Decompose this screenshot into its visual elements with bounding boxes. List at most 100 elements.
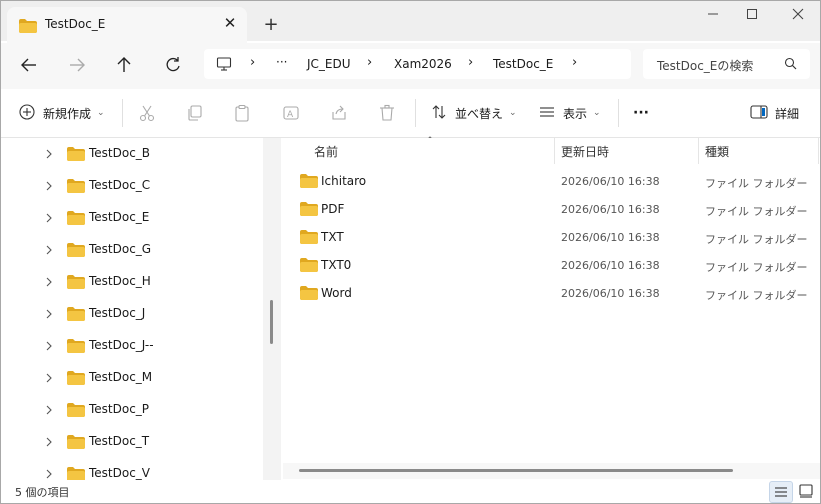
- sort-arrows-icon: [431, 104, 447, 123]
- file-type: ファイル フォルダー: [705, 205, 808, 218]
- breadcrumb-more-button[interactable]: ···: [276, 55, 287, 69]
- delete-icon[interactable]: [378, 101, 396, 125]
- breadcrumb-item[interactable]: TestDoc_E: [493, 57, 553, 71]
- chevron-right-icon[interactable]: [45, 148, 55, 160]
- chevron-right-icon[interactable]: [45, 244, 55, 256]
- chevron-right-icon[interactable]: [45, 468, 55, 480]
- file-name: PDF: [321, 202, 345, 216]
- maximize-icon[interactable]: [737, 5, 767, 27]
- close-tab-icon[interactable]: ✕: [221, 14, 239, 32]
- folder-icon: [67, 403, 85, 420]
- column-divider[interactable]: [698, 138, 699, 164]
- new-button-label: 新規作成: [43, 106, 92, 121]
- list-item[interactable]: Ichitaro 2026/06/10 16:38 ファイル フォルダー: [283, 167, 820, 195]
- file-name: TXT: [321, 230, 344, 244]
- chevron-right-icon[interactable]: [45, 372, 55, 384]
- tree-item[interactable]: TestDoc_P: [1, 394, 263, 426]
- tree-item-label: TestDoc_V: [89, 466, 151, 480]
- file-name: TXT0: [321, 258, 352, 272]
- new-button[interactable]: 新規作成 ⌄: [19, 101, 105, 125]
- folder-icon: [300, 174, 318, 191]
- large-icons-view-icon[interactable]: [795, 481, 817, 501]
- breadcrumb-separator-icon: ›: [250, 55, 256, 70]
- refresh-icon[interactable]: [161, 53, 185, 77]
- breadcrumb[interactable]: › ··· JC_EDU › Xam2026 › TestDoc_E ›: [204, 49, 631, 79]
- column-header-modified[interactable]: 更新日時: [561, 143, 609, 160]
- list-item[interactable]: TXT 2026/06/10 16:38 ファイル フォルダー: [283, 223, 820, 251]
- file-modified: 2026/06/10 16:38: [561, 175, 660, 188]
- tree-item-label: TestDoc_C: [89, 178, 151, 192]
- this-pc-icon[interactable]: [216, 56, 232, 75]
- file-explorer-window: TestDoc_E ✕ + › ··· JC_EDU › Xam2026 › T…: [0, 0, 821, 504]
- paste-icon[interactable]: [233, 101, 251, 125]
- tree-item[interactable]: TestDoc_J--: [1, 330, 263, 362]
- tree-item[interactable]: TestDoc_V: [1, 458, 263, 480]
- tree-item[interactable]: TestDoc_B: [1, 138, 263, 170]
- more-options-button[interactable]: ···: [633, 101, 649, 125]
- list-item[interactable]: TXT0 2026/06/10 16:38 ファイル フォルダー: [283, 251, 820, 279]
- search-icon[interactable]: [784, 57, 797, 73]
- breadcrumb-item[interactable]: JC_EDU: [307, 57, 351, 71]
- chevron-right-icon[interactable]: [45, 276, 55, 288]
- tree-item[interactable]: TestDoc_H: [1, 266, 263, 298]
- tree-item-label: TestDoc_E: [89, 210, 150, 224]
- up-arrow-icon[interactable]: [112, 53, 136, 77]
- folder-icon: [300, 230, 318, 247]
- breadcrumb-item[interactable]: Xam2026: [394, 57, 452, 71]
- back-arrow-icon[interactable]: [17, 53, 41, 77]
- item-count: 5 個の項目: [15, 486, 70, 499]
- navigation-scrollbar-thumb[interactable]: [270, 300, 273, 344]
- command-bar: 新規作成 ⌄ A 並べ替え ⌄ 表示 ⌄ ··· 詳細: [1, 89, 820, 138]
- tree-item[interactable]: TestDoc_T: [1, 426, 263, 458]
- chevron-down-icon: ⌄: [97, 108, 105, 118]
- column-header-type[interactable]: 種類: [705, 143, 729, 160]
- tree-item[interactable]: TestDoc_E: [1, 202, 263, 234]
- copy-icon[interactable]: [186, 101, 204, 125]
- column-header-name[interactable]: 名前: [314, 143, 338, 160]
- horizontal-scrollbar-thumb[interactable]: [299, 469, 733, 472]
- rename-icon[interactable]: A: [282, 101, 300, 125]
- list-item[interactable]: Word 2026/06/10 16:38 ファイル フォルダー: [283, 279, 820, 307]
- svg-text:A: A: [287, 110, 294, 120]
- folder-icon: [67, 307, 85, 324]
- view-button[interactable]: 表示 ⌄: [539, 101, 601, 125]
- chevron-right-icon[interactable]: [45, 212, 55, 224]
- file-modified: 2026/06/10 16:38: [561, 259, 660, 272]
- chevron-right-icon[interactable]: [45, 340, 55, 352]
- list-item[interactable]: PDF 2026/06/10 16:38 ファイル フォルダー: [283, 195, 820, 223]
- tree-item[interactable]: TestDoc_M: [1, 362, 263, 394]
- plus-circle-icon: [19, 103, 35, 123]
- details-view-icon[interactable]: [769, 481, 793, 503]
- chevron-right-icon[interactable]: [45, 308, 55, 320]
- file-list: 名前 更新日時 種類 Ichitaro 2026/06/10 16:38 ファイ…: [283, 138, 820, 480]
- tree-item-label: TestDoc_G: [89, 242, 152, 256]
- sort-button[interactable]: 並べ替え ⌄: [431, 101, 517, 125]
- tree-item-label: TestDoc_H: [89, 274, 151, 288]
- folder-icon: [67, 275, 85, 292]
- tree-item[interactable]: TestDoc_G: [1, 234, 263, 266]
- folder-icon: [300, 202, 318, 219]
- column-divider[interactable]: [818, 138, 819, 164]
- tree-item[interactable]: TestDoc_J: [1, 298, 263, 330]
- file-name: Ichitaro: [321, 174, 367, 188]
- details-button[interactable]: 詳細: [750, 101, 799, 125]
- tree-item[interactable]: TestDoc_C: [1, 170, 263, 202]
- folder-icon: [67, 147, 85, 164]
- folder-icon: [67, 339, 85, 356]
- close-window-icon[interactable]: [783, 5, 813, 27]
- chevron-right-icon[interactable]: [45, 436, 55, 448]
- tree-item-label: TestDoc_T: [89, 434, 150, 448]
- tree-item-label: TestDoc_J: [89, 306, 146, 320]
- forward-arrow-icon[interactable]: [65, 53, 89, 77]
- share-icon[interactable]: [330, 101, 348, 125]
- chevron-right-icon[interactable]: [45, 180, 55, 192]
- minimize-icon[interactable]: [698, 5, 728, 27]
- new-tab-button[interactable]: +: [259, 13, 283, 37]
- column-divider[interactable]: [554, 138, 555, 164]
- tab-testdoc-e[interactable]: TestDoc_E ✕: [7, 7, 247, 43]
- search-input[interactable]: TestDoc_Eの検索: [643, 49, 810, 79]
- file-type: ファイル フォルダー: [705, 289, 808, 302]
- cut-icon[interactable]: [138, 101, 156, 125]
- chevron-right-icon[interactable]: [45, 404, 55, 416]
- folder-icon: [300, 258, 318, 275]
